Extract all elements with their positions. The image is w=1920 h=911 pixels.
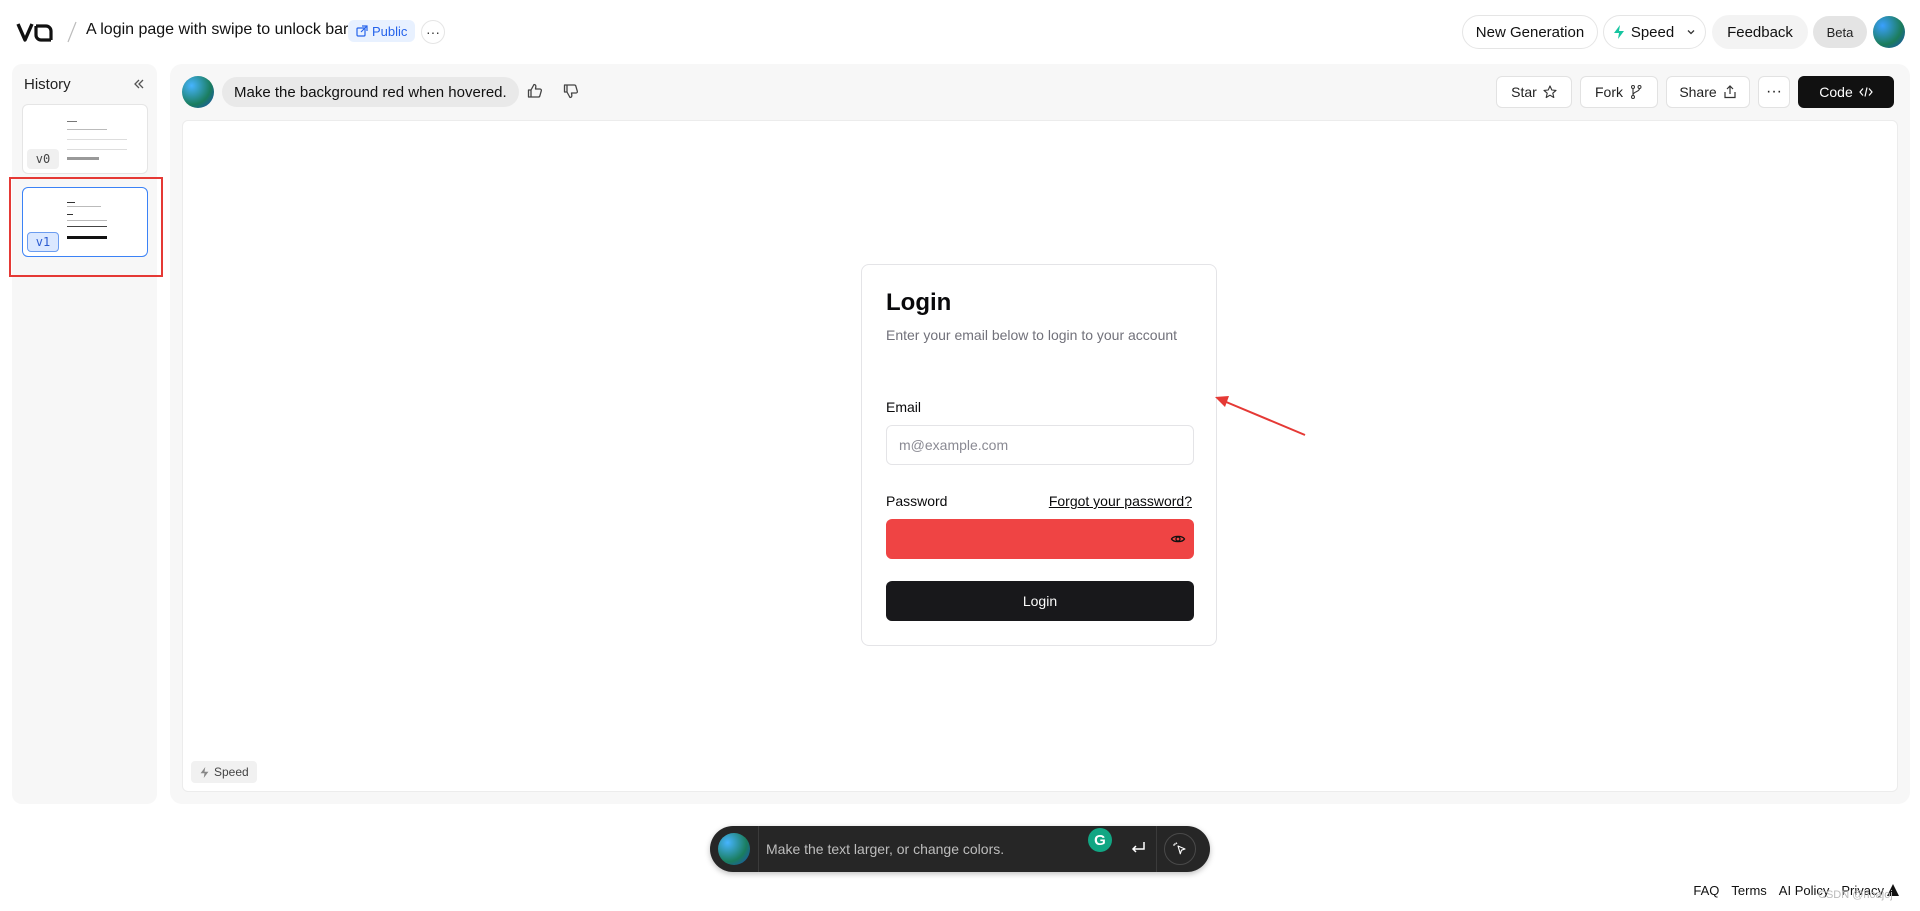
share-label: Share	[1679, 84, 1717, 100]
grammarly-icon[interactable]: G	[1088, 828, 1112, 852]
login-subtitle: Enter your email below to login to your …	[886, 327, 1178, 343]
star-icon	[1543, 85, 1557, 99]
project-more-button[interactable]: ···	[421, 20, 445, 44]
divider	[758, 826, 759, 872]
separator-slash-icon	[67, 21, 77, 43]
password-field[interactable]	[886, 519, 1194, 559]
new-generation-button[interactable]: New Generation	[1462, 15, 1598, 49]
annotation-highlight-box	[9, 177, 163, 277]
history-sidebar: History v0 v1	[12, 64, 157, 804]
history-version-thumb[interactable]: v0	[22, 104, 148, 174]
thumb-line	[67, 149, 127, 150]
email-label: Email	[886, 399, 922, 415]
footer-link-terms[interactable]: Terms	[1731, 883, 1766, 898]
chat-user-avatar	[182, 76, 214, 108]
code-icon	[1858, 87, 1873, 97]
share-button[interactable]: Share	[1666, 76, 1750, 108]
composer-avatar	[718, 833, 750, 865]
visibility-badge[interactable]: Public	[348, 20, 416, 42]
prompt-input[interactable]	[766, 838, 1066, 860]
history-title: History	[24, 76, 71, 93]
fork-label: Fork	[1595, 84, 1623, 100]
chevron-down-icon	[1687, 30, 1695, 35]
select-element-button[interactable]	[1164, 833, 1196, 865]
footer-link-faq[interactable]: FAQ	[1693, 883, 1719, 898]
project-title[interactable]: A login page with swipe to unlock bar.	[86, 21, 352, 39]
login-button[interactable]: Login	[886, 581, 1194, 621]
fork-button[interactable]: Fork	[1580, 76, 1658, 108]
forgot-password-link[interactable]: Forgot your password?	[1049, 493, 1192, 509]
watermark: CSDN @hoajoj	[1818, 889, 1893, 901]
speed-chip-label: Speed	[214, 765, 249, 779]
new-generation-label: New Generation	[1475, 23, 1585, 41]
thumbs-up-icon[interactable]	[526, 82, 544, 100]
more-options-button[interactable]: ···	[1758, 76, 1790, 108]
collapse-sidebar-icon[interactable]	[131, 76, 147, 92]
thumb-line	[67, 121, 77, 122]
prompt-message: Make the background red when hovered.	[222, 77, 519, 107]
beta-badge: Beta	[1813, 16, 1867, 48]
version-tag: v0	[27, 149, 59, 169]
email-field[interactable]	[886, 425, 1194, 465]
speed-model-select[interactable]: Speed	[1603, 15, 1706, 49]
star-button[interactable]: Star	[1496, 76, 1572, 108]
thumb-line	[67, 129, 107, 130]
top-header: A login page with swipe to unlock bar. P…	[0, 0, 1920, 62]
visibility-label: Public	[372, 23, 408, 39]
star-label: Star	[1511, 84, 1537, 100]
enter-submit-icon[interactable]	[1130, 839, 1148, 857]
show-password-eye-icon[interactable]	[1170, 531, 1186, 547]
lightning-icon	[200, 766, 209, 778]
code-button[interactable]: Code	[1798, 76, 1894, 108]
code-label: Code	[1819, 84, 1853, 100]
main-panel: Make the background red when hovered. St…	[170, 64, 1910, 804]
feedback-label: Feedback	[1727, 23, 1793, 41]
login-title: Login	[886, 289, 952, 316]
speed-chip: Speed	[191, 761, 257, 783]
divider	[1156, 826, 1157, 872]
login-card: Login Enter your email below to login to…	[861, 264, 1217, 646]
v0-logo-icon[interactable]	[16, 20, 56, 44]
fork-icon	[1631, 85, 1642, 99]
user-avatar[interactable]	[1873, 16, 1905, 48]
prompt-composer: G	[710, 826, 1210, 872]
feedback-button[interactable]: Feedback	[1712, 15, 1808, 49]
lightning-icon	[1613, 25, 1624, 39]
speed-label: Speed	[1630, 23, 1675, 41]
thumbs-down-icon[interactable]	[562, 82, 580, 100]
preview-canvas: Login Enter your email below to login to…	[182, 120, 1898, 792]
thumb-line	[67, 139, 127, 140]
thumb-line	[67, 157, 99, 160]
upload-icon	[1724, 85, 1736, 99]
share-link-icon	[356, 25, 368, 37]
annotation-arrow-icon	[1215, 396, 1306, 436]
password-label: Password	[886, 493, 948, 509]
cursor-select-icon	[1173, 842, 1186, 855]
